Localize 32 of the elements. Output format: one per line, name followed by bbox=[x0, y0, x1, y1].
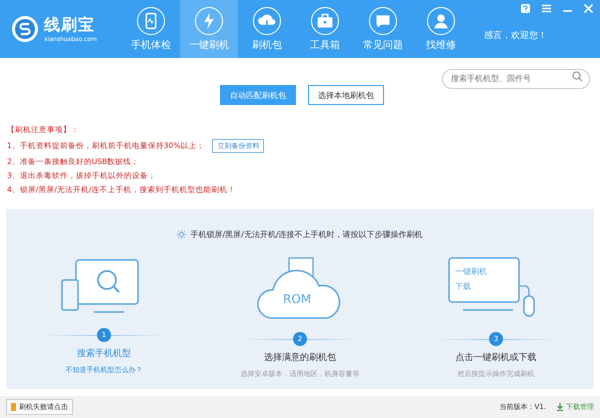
phone-icon bbox=[137, 6, 165, 34]
app-name: 线刷宝 bbox=[44, 15, 96, 36]
step-title: 选择满意的刷机包 bbox=[264, 352, 336, 364]
illustration-text: 下载 bbox=[455, 281, 472, 292]
illustration-text: 一键刷机 bbox=[455, 266, 487, 277]
guide-tip: 手机锁屏/黑屏/无法开机/连接不上手机时，请按以下步骤操作刷机 bbox=[190, 229, 423, 240]
nav-tab[interactable]: 手机体检 bbox=[122, 0, 180, 58]
menu-icon[interactable] bbox=[541, 3, 552, 14]
nav-tab[interactable]: 工具箱 bbox=[296, 0, 354, 58]
nav-tab[interactable]: 刷机包 bbox=[238, 0, 296, 58]
step-title: 点击一键刷机或下载 bbox=[456, 352, 536, 364]
cloud-icon bbox=[253, 6, 281, 34]
person-icon bbox=[427, 6, 455, 34]
note-icon bbox=[11, 403, 16, 411]
rom-label: ROM bbox=[283, 292, 312, 306]
nav-tab[interactable]: 常见问题 bbox=[354, 0, 412, 58]
lightning-icon bbox=[195, 6, 223, 34]
close-icon[interactable] bbox=[583, 3, 594, 14]
speech-bubble-icon bbox=[369, 6, 397, 34]
search-icon bbox=[572, 70, 583, 82]
sun-icon bbox=[177, 230, 186, 239]
greeting-text: 感言，欢迎您！ bbox=[484, 30, 547, 42]
package-button[interactable]: 自动匹配刷机包 bbox=[220, 85, 296, 105]
logo-icon bbox=[10, 14, 40, 44]
search-field[interactable]: 搜索手机机型、固件号 bbox=[442, 68, 590, 88]
nav-tab[interactable]: 找维修 bbox=[412, 0, 470, 58]
package-button[interactable]: 选择本地刷机包 bbox=[308, 85, 384, 105]
download-icon bbox=[556, 403, 564, 411]
toolbox-icon bbox=[311, 6, 339, 34]
nav-tab[interactable]: 一键刷机 bbox=[180, 0, 238, 58]
step-title[interactable]: 搜索手机机型 bbox=[77, 347, 131, 360]
help-icon[interactable] bbox=[520, 3, 531, 14]
